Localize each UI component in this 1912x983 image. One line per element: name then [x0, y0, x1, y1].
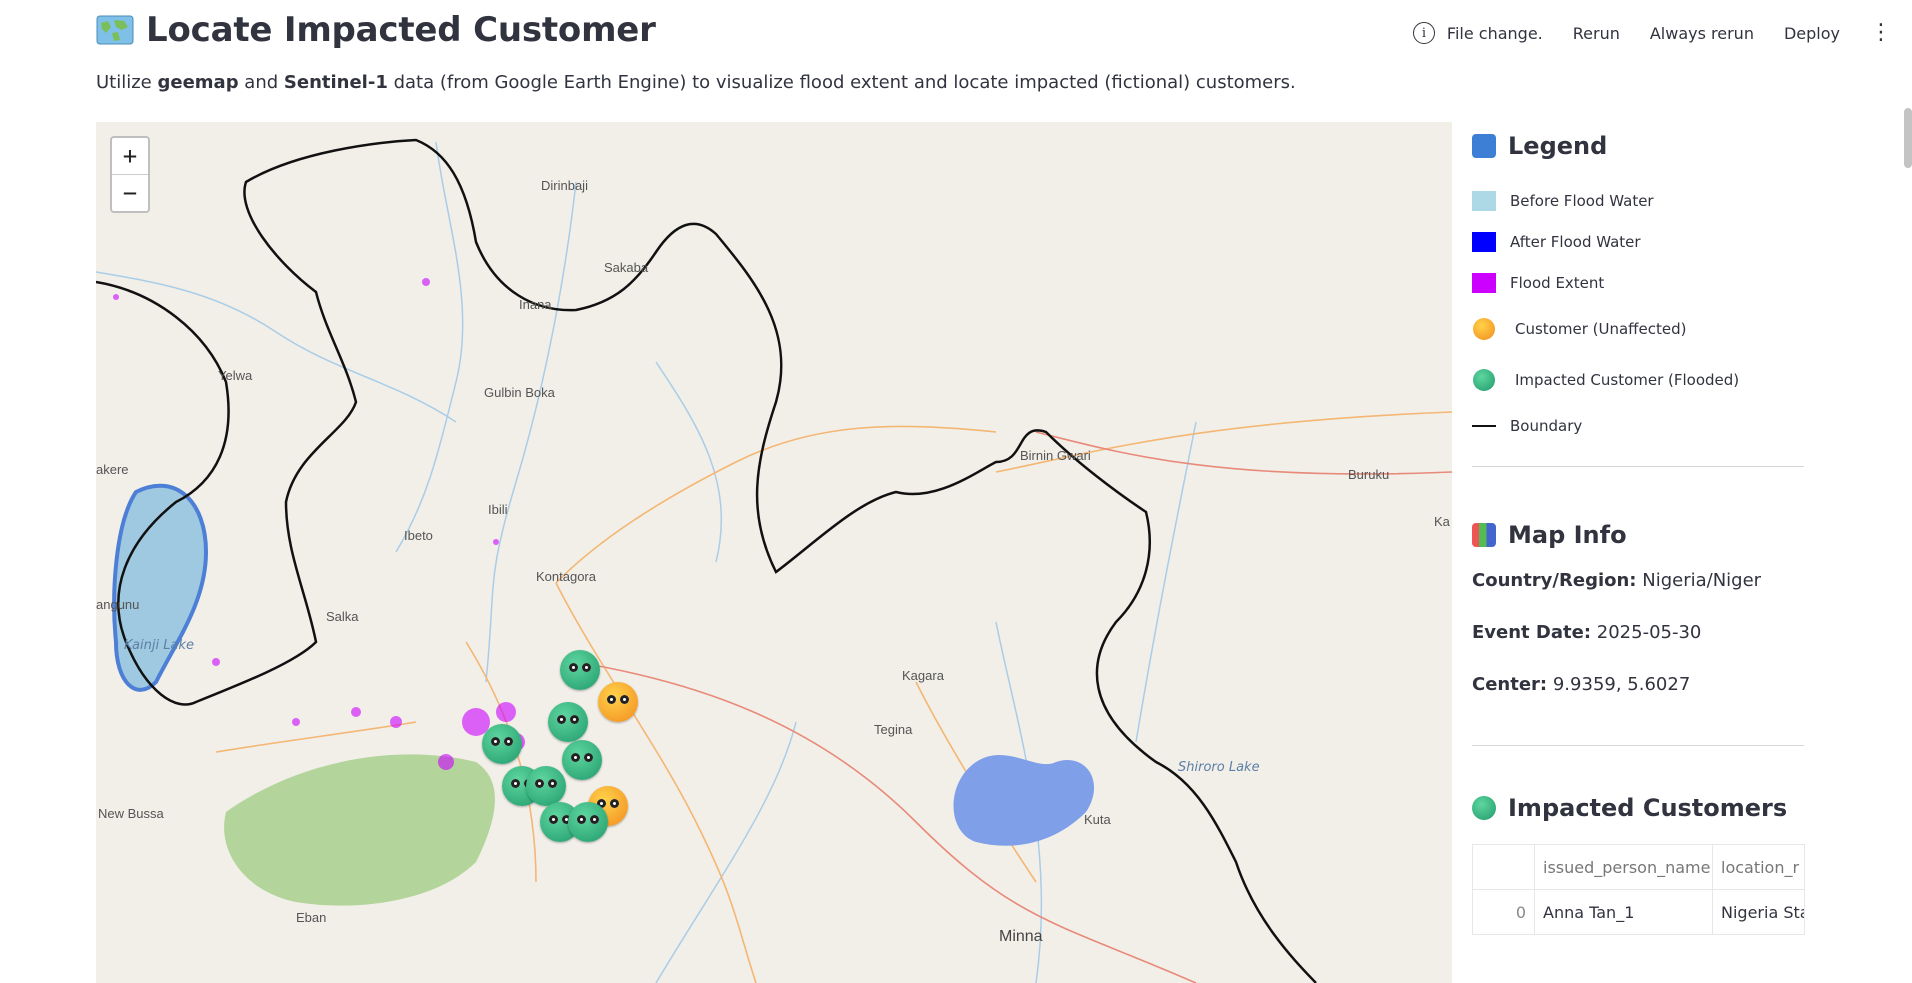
place-label: Ka [1434, 514, 1450, 529]
map-info-heading: Map Info [1472, 513, 1804, 557]
place-label: Minna [999, 928, 1043, 945]
map-base-layer [96, 138, 1452, 983]
place-label: Salka [326, 609, 359, 624]
place-label: Buruku [1348, 467, 1390, 482]
zoom-control: + − [110, 136, 150, 213]
world-map-icon [96, 15, 134, 45]
flooded-customer-icon[interactable] [560, 650, 600, 690]
page-title: Locate Impacted Customer [146, 10, 656, 50]
app-toolbar: i File change. Rerun Always rerun Deploy… [1412, 22, 1892, 44]
place-label: Birnin Gwari [1020, 448, 1091, 463]
page-subtitle: Utilize geemap and Sentinel-1 data (from… [96, 72, 1296, 93]
flooded-customer-icon[interactable] [548, 702, 588, 742]
place-label: Dirinbaji [541, 178, 588, 193]
shiroro-lake [953, 754, 1095, 846]
file-change-status: i File change. [1412, 22, 1543, 44]
deploy-button[interactable]: Deploy [1784, 24, 1840, 43]
flood-extent-swatch [1472, 272, 1496, 293]
park-area [224, 754, 495, 906]
table-row[interactable]: 0 Anna Tan_1 Nigeria Sta [1472, 889, 1805, 935]
flooded-customer-icon[interactable] [482, 724, 522, 764]
center-info: Center: 9.9359, 5.6027 [1472, 674, 1691, 695]
divider [1472, 466, 1804, 467]
legend-item-after-flood: After Flood Water [1472, 221, 1804, 262]
place-label: Tegina [874, 722, 913, 737]
event-date-info: Event Date: 2025-05-30 [1472, 622, 1702, 643]
table-cell: Nigeria Sta [1712, 889, 1805, 935]
flooded-customer-icon[interactable] [562, 740, 602, 780]
impacted-customers-heading: Impacted Customers [1472, 786, 1804, 830]
legend-item-before-flood: Before Flood Water [1472, 180, 1804, 221]
page-scrollbar[interactable] [1904, 108, 1912, 168]
place-label: Sakaba [604, 260, 649, 275]
place-label: Kagara [902, 668, 944, 683]
column-header[interactable]: issued_person_name [1534, 844, 1713, 890]
place-label: Kontagora [536, 569, 596, 584]
legend-item-boundary: Boundary [1472, 405, 1804, 446]
place-label: New Bussa [98, 806, 164, 821]
unaffected-customer-icon[interactable] [598, 682, 638, 722]
unaffected-customer-icon [1473, 317, 1495, 340]
divider [1472, 745, 1804, 746]
place-label: Inana [519, 297, 552, 312]
table-cell: 0 [1472, 889, 1535, 935]
info-icon: i [1412, 22, 1435, 44]
legend-item-flood-extent: Flood Extent [1472, 262, 1804, 303]
legend-item-unaffected: Customer (Unaffected) [1472, 303, 1804, 354]
rerun-button[interactable]: Rerun [1573, 24, 1620, 43]
flooded-customer-icon[interactable] [568, 802, 608, 842]
place-label: Yelwa [218, 368, 253, 383]
table-cell: Anna Tan_1 [1534, 889, 1713, 935]
flooded-customer-icon[interactable] [526, 766, 566, 806]
place-label: Eban [296, 910, 327, 925]
legend-heading: Legend [1472, 124, 1804, 168]
before-flood-swatch [1472, 190, 1496, 211]
page-title-row: Locate Impacted Customer [96, 8, 656, 52]
table-header-row: issued_person_name location_r [1472, 844, 1805, 890]
place-label: angunu [96, 597, 140, 612]
kebab-menu-icon[interactable]: ⋮ [1870, 22, 1892, 44]
always-rerun-button[interactable]: Always rerun [1650, 24, 1754, 43]
flooded-customer-icon [1472, 796, 1496, 820]
column-header[interactable]: location_r [1712, 844, 1805, 890]
bar-chart-icon [1472, 523, 1496, 547]
place-label: akere [96, 462, 129, 477]
impacted-customers-table[interactable]: issued_person_name location_r 0 Anna Tan… [1472, 844, 1805, 935]
place-label: Gulbin Boka [484, 385, 555, 400]
zoom-out-button[interactable]: − [112, 174, 148, 211]
after-flood-swatch [1472, 231, 1496, 252]
flood-map[interactable]: + − Dirinbaji Sakaba Inana Yelwa Gulbin … [96, 122, 1452, 983]
zoom-in-button[interactable]: + [112, 138, 148, 174]
boundary-swatch [1472, 424, 1496, 427]
sidebar-panel: Legend Before Flood Water After Flood Wa… [1472, 122, 1805, 935]
book-icon [1472, 134, 1496, 158]
place-label: Ibili [488, 502, 508, 517]
place-label: Ibeto [404, 528, 433, 543]
country-info: Country/Region: Nigeria/Niger [1472, 570, 1762, 591]
flooded-customer-icon [1473, 368, 1495, 391]
place-label: Kainji Lake [124, 638, 194, 653]
legend-item-impacted: Impacted Customer (Flooded) [1472, 354, 1804, 405]
place-label: Shiroro Lake [1178, 760, 1260, 775]
column-header[interactable] [1472, 844, 1535, 890]
place-label: Kuta [1084, 812, 1111, 827]
